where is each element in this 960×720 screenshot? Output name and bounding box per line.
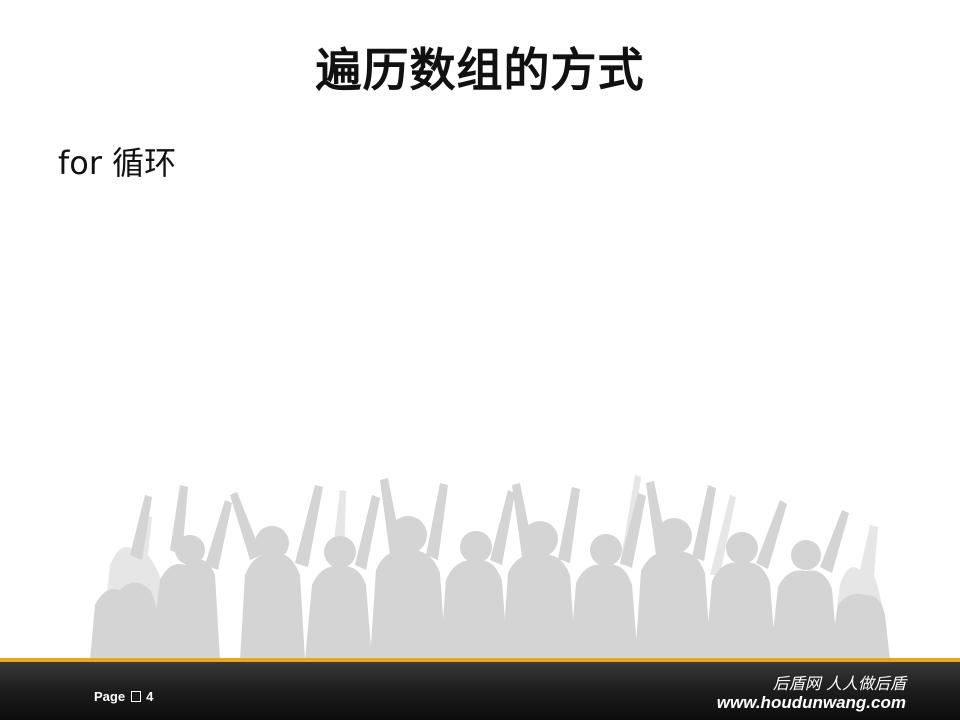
crowd-silhouette-image: [90, 475, 890, 660]
slide-title: 遍历数组的方式: [315, 43, 645, 97]
slide: 遍历数组的方式 for 循环 Page 4 后盾网 人人做后盾 www.houd…: [0, 0, 960, 720]
slide-body-text: for 循环: [58, 144, 177, 182]
page-box-icon: [131, 691, 142, 702]
footer-site-url: www.houdunwang.com: [716, 693, 906, 712]
page-number-label: Page 4: [94, 689, 153, 704]
footer-slogan: 后盾网 人人做后盾: [772, 674, 906, 693]
page-label-text: Page: [94, 689, 126, 704]
page-number: 4: [146, 689, 154, 704]
